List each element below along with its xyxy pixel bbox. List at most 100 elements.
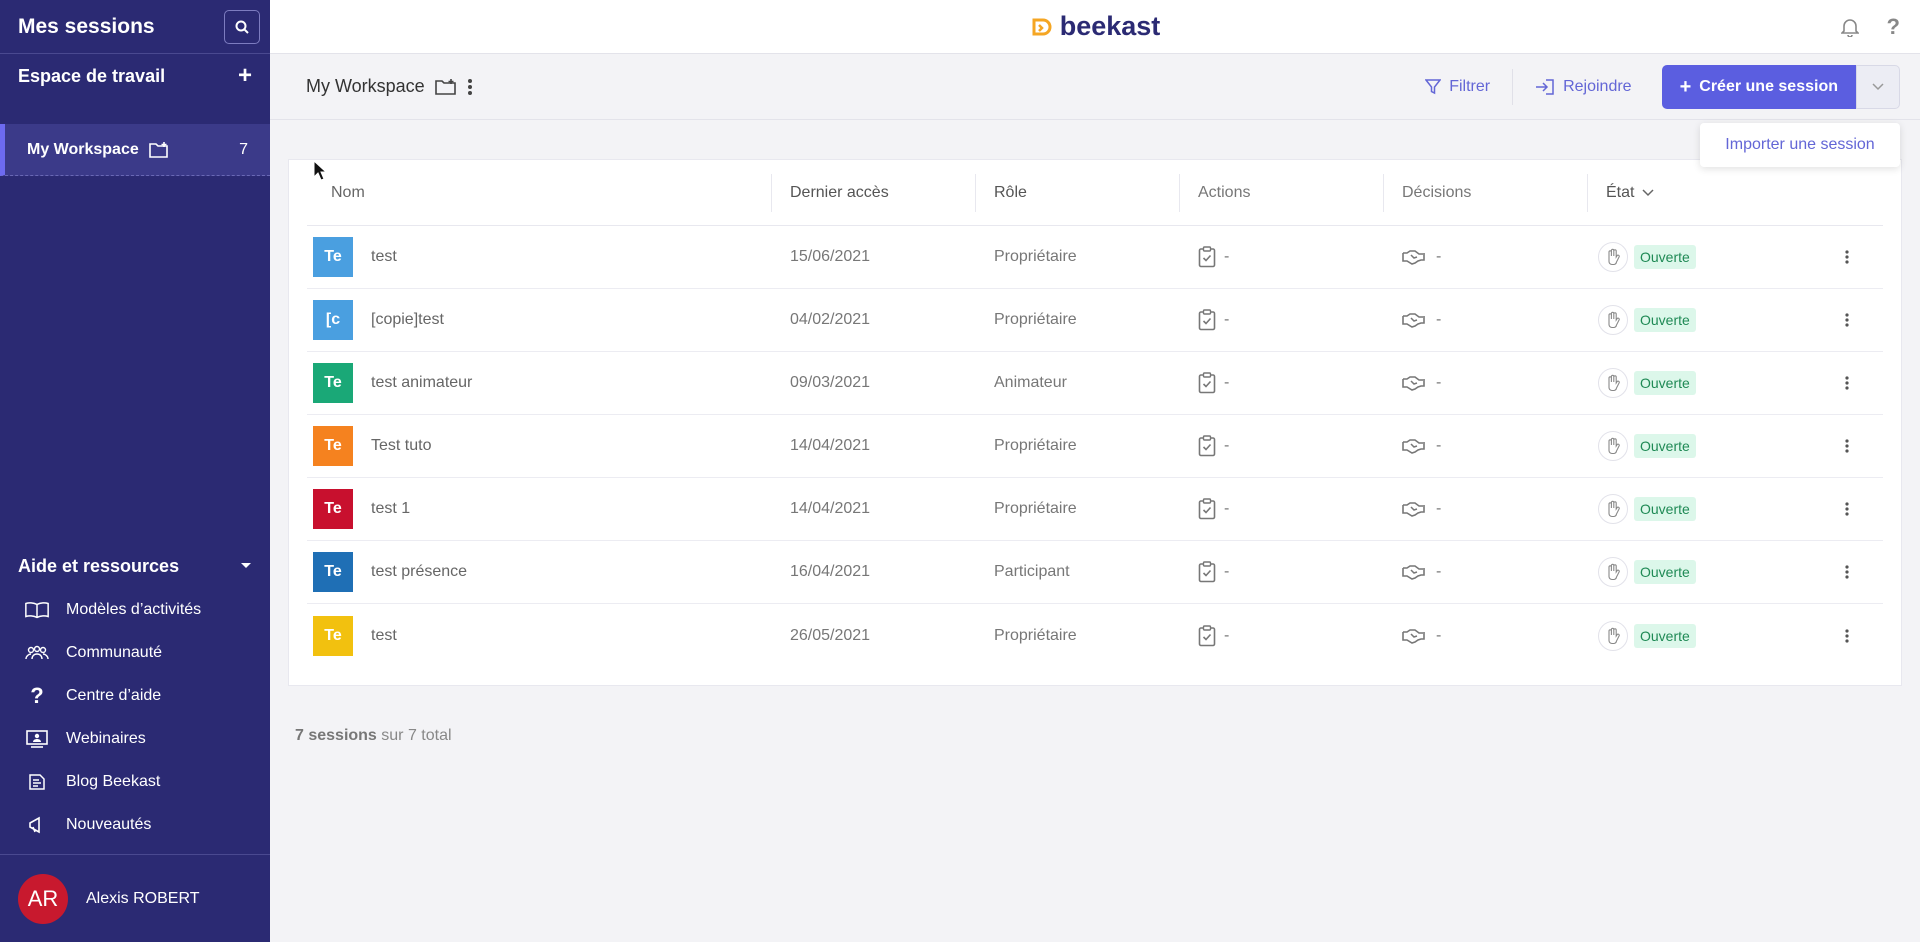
column-header-name[interactable]: Nom	[307, 173, 772, 212]
clipboard-check-icon	[1198, 246, 1216, 268]
help-item-modeles[interactable]: Modèles d’activités	[0, 588, 270, 631]
row-menu-button[interactable]	[1808, 564, 1868, 580]
table-row[interactable]: Te test 26/05/2021 Propriétaire - - Ouverte	[307, 604, 1883, 667]
handshake-icon	[1402, 250, 1425, 265]
help-item-label: Modèles d’activités	[66, 600, 202, 618]
more-vertical-icon	[1845, 565, 1849, 579]
row-menu-button[interactable]	[1808, 249, 1868, 265]
status-badge: Ouverte	[1634, 434, 1696, 458]
bell-icon[interactable]	[1840, 17, 1859, 37]
user-profile[interactable]: AR Alexis ROBERT	[0, 854, 270, 942]
column-header-actions[interactable]: Actions	[1180, 173, 1384, 212]
raised-hand-icon	[1608, 248, 1620, 266]
sidebar: Mes sessions Espace de travail + My Work…	[0, 0, 270, 942]
row-menu-button[interactable]	[1808, 438, 1868, 454]
cell-decisions: -	[1384, 437, 1588, 455]
cell-name: Te test animateur	[307, 363, 772, 403]
cell-state: Ouverte	[1588, 242, 1808, 272]
sessions-table: Nom Dernier accès Rôle Actions Décisions…	[288, 159, 1902, 686]
session-name[interactable]: test présence	[371, 563, 467, 581]
cell-last-access: 26/05/2021	[790, 626, 871, 644]
raise-hand-toggle[interactable]	[1598, 431, 1628, 461]
table-row[interactable]: Te test présence 16/04/2021 Participant - - Ou…	[307, 541, 1883, 604]
raise-hand-toggle[interactable]	[1598, 557, 1628, 587]
raise-hand-toggle[interactable]	[1598, 305, 1628, 335]
handshake-icon	[1402, 313, 1425, 328]
help-item-label: Blog Beekast	[66, 772, 161, 790]
table-row[interactable]: Te test 1 14/04/2021 Propriétaire - - Ouverte	[307, 478, 1883, 541]
help-icon[interactable]: ?	[1887, 14, 1900, 40]
raise-hand-toggle[interactable]	[1598, 494, 1628, 524]
sidebar-item-my-workspace[interactable]: My Workspace 7	[0, 124, 270, 176]
session-name[interactable]: [copie]test	[371, 311, 444, 329]
sessions-count-strong: 7 sessions	[295, 727, 377, 744]
search-button[interactable]	[224, 9, 260, 44]
session-thumbnail: Te	[313, 363, 353, 403]
column-header-role[interactable]: Rôle	[976, 173, 1180, 212]
brand-logo[interactable]: beekast	[1030, 11, 1160, 42]
help-section: Aide et ressources Modèles d’activités C…	[0, 548, 270, 846]
raise-hand-toggle[interactable]	[1598, 242, 1628, 272]
webinar-icon	[26, 729, 48, 748]
beekast-logo-icon	[1032, 18, 1052, 35]
row-menu-button[interactable]	[1808, 375, 1868, 391]
row-menu-button[interactable]	[1808, 628, 1868, 644]
raise-hand-toggle[interactable]	[1598, 620, 1628, 651]
filter-button[interactable]: Filtrer	[1403, 65, 1512, 109]
row-menu-button[interactable]	[1808, 501, 1868, 517]
chevron-down-icon	[1872, 83, 1884, 91]
table-row[interactable]: Te test animateur 09/03/2021 Animateur - - Ouv…	[307, 352, 1883, 415]
cell-decisions: -	[1384, 248, 1588, 266]
actions-value: -	[1224, 563, 1230, 580]
column-header-state[interactable]: État	[1588, 174, 1808, 212]
raised-hand-icon	[1608, 311, 1620, 329]
session-name[interactable]: test 1	[371, 500, 410, 518]
table-header: Nom Dernier accès Rôle Actions Décisions…	[307, 160, 1883, 226]
sign-in-icon	[1536, 79, 1554, 95]
table-row[interactable]: [c [copie]test 04/02/2021 Propriétaire - - Ouv…	[307, 289, 1883, 352]
actions-value: -	[1224, 248, 1230, 265]
session-name[interactable]: test	[371, 627, 397, 645]
more-vertical-icon[interactable]	[467, 78, 473, 96]
session-thumbnail: Te	[313, 552, 353, 592]
create-session-button[interactable]: + Créer une session	[1661, 65, 1856, 109]
cell-decisions: -	[1384, 563, 1588, 581]
clipboard-check-icon	[1198, 561, 1216, 583]
help-item-centre-aide[interactable]: ? Centre d’aide	[0, 674, 270, 717]
help-item-nouveautes[interactable]: Nouveautés	[0, 803, 270, 846]
help-item-label: Nouveautés	[66, 815, 152, 833]
table-row[interactable]: Te Test tuto 14/04/2021 Propriétaire - - Ouver…	[307, 415, 1883, 478]
help-section-header[interactable]: Aide et ressources	[0, 548, 270, 584]
raise-hand-toggle[interactable]	[1598, 368, 1628, 398]
cell-decisions: -	[1384, 311, 1588, 329]
help-item-communaute[interactable]: Communauté	[0, 631, 270, 674]
join-button[interactable]: Rejoindre	[1513, 65, 1653, 109]
decisions-value: -	[1436, 374, 1442, 391]
session-name[interactable]: test	[371, 248, 397, 266]
more-vertical-icon	[1845, 628, 1849, 643]
help-item-blog[interactable]: Blog Beekast	[0, 760, 270, 803]
add-workspace-icon[interactable]: +	[238, 64, 252, 88]
filter-icon	[1425, 79, 1442, 95]
cell-decisions: -	[1384, 627, 1588, 645]
status-badge: Ouverte	[1634, 623, 1696, 648]
cell-last-access: 09/03/2021	[790, 374, 871, 391]
decisions-value: -	[1436, 248, 1442, 265]
create-session-dropdown-toggle[interactable]	[1856, 65, 1900, 109]
table-row[interactable]: Te test 15/06/2021 Propriétaire - - Ouverte	[307, 226, 1883, 289]
cell-name: Te test	[307, 237, 772, 277]
cell-actions: -	[1180, 435, 1384, 457]
session-name[interactable]: Test tuto	[371, 437, 431, 455]
sessions-count-rest: sur 7 total	[376, 727, 452, 744]
row-menu-button[interactable]	[1808, 312, 1868, 328]
join-label: Rejoindre	[1563, 78, 1632, 95]
state-header-label: État	[1606, 183, 1635, 201]
decisions-value: -	[1436, 626, 1442, 644]
column-header-decisions[interactable]: Décisions	[1384, 173, 1588, 212]
cell-decisions: -	[1384, 500, 1588, 518]
help-item-webinaires[interactable]: Webinaires	[0, 717, 270, 760]
column-header-last-access[interactable]: Dernier accès	[772, 173, 976, 212]
cell-state: Ouverte	[1588, 494, 1808, 524]
import-session-menu-item[interactable]: Importer une session	[1700, 123, 1900, 167]
session-name[interactable]: test animateur	[371, 374, 472, 392]
